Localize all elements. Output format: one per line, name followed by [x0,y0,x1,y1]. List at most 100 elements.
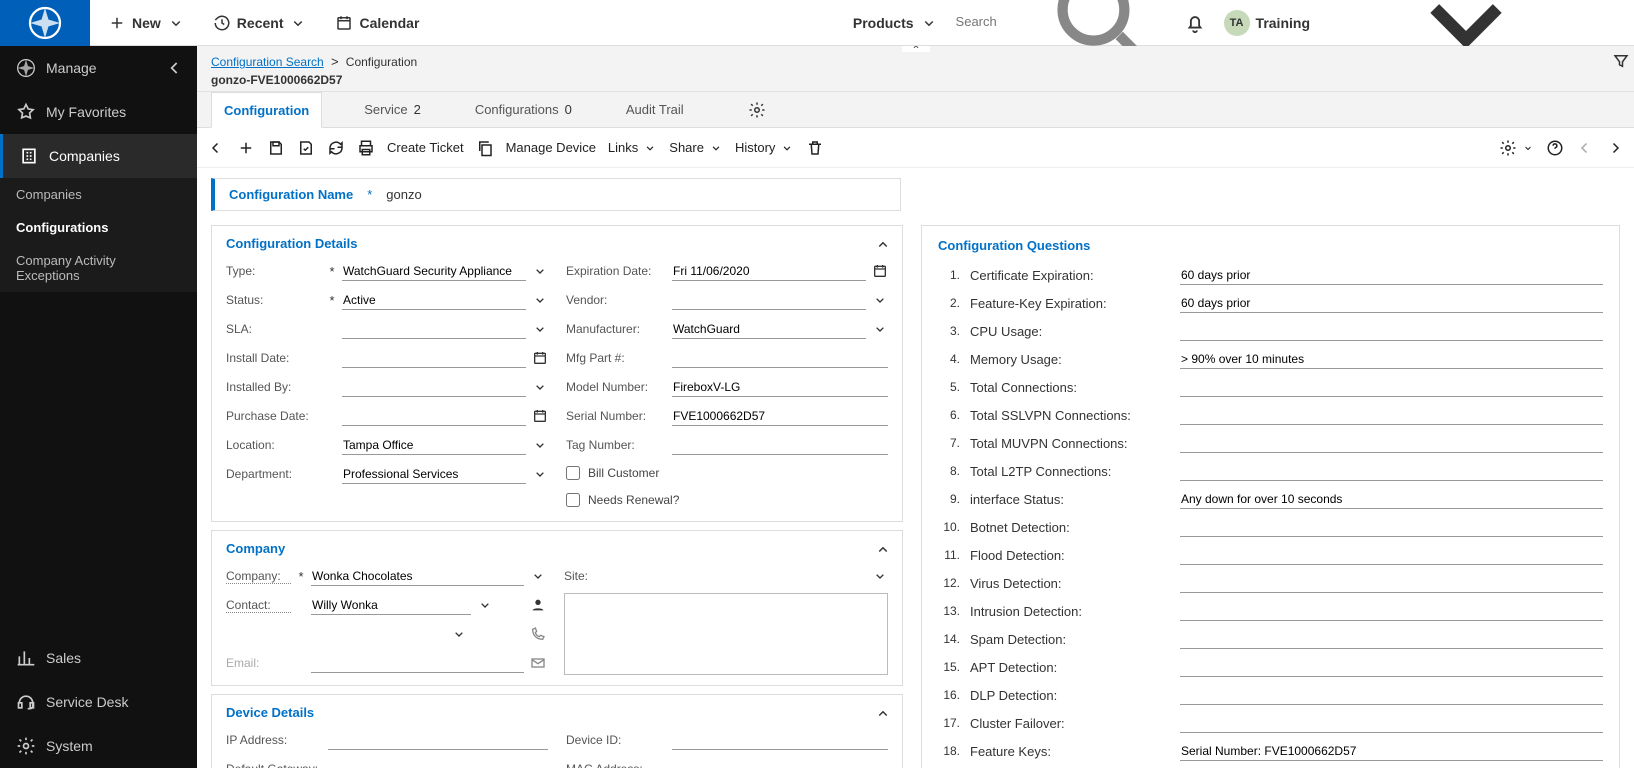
person-icon[interactable] [530,597,546,613]
sla-select[interactable] [342,320,526,339]
question-input[interactable] [1180,518,1603,537]
install-date-input[interactable] [342,349,526,368]
chevron-down-icon[interactable] [872,321,888,337]
links-button[interactable]: Links [608,140,657,155]
question-input[interactable] [1180,714,1603,733]
question-input[interactable] [1180,294,1603,313]
sidebar-system[interactable]: System [0,724,197,768]
chevron-down-icon[interactable] [532,292,548,308]
sidebar-sub-companies[interactable]: Companies [0,178,197,211]
chevron-down-icon[interactable] [872,568,888,584]
model-input[interactable] [672,378,888,397]
recent-button[interactable]: Recent [213,14,308,32]
tag-input[interactable] [672,436,888,455]
type-select[interactable] [342,262,526,281]
department-select[interactable] [342,465,526,484]
tab-service[interactable]: Service2 [352,92,433,128]
device-id-input[interactable] [672,731,888,750]
calendar-icon[interactable] [532,408,548,424]
sidebar-favorites[interactable]: My Favorites [0,90,197,134]
question-input[interactable] [1180,602,1603,621]
chevron-down-icon[interactable] [872,292,888,308]
bill-customer-checkbox[interactable] [566,466,580,480]
sidebar-sub-exceptions[interactable]: Company Activity Exceptions [0,244,197,292]
next-button[interactable] [1606,139,1624,157]
calendar-icon[interactable] [532,350,548,366]
chevron-down-icon[interactable] [477,597,493,613]
help-button[interactable] [1546,139,1564,157]
question-input[interactable] [1180,434,1603,453]
question-input[interactable] [1180,378,1603,397]
sidebar-service-desk[interactable]: Service Desk [0,680,197,724]
filter-icon[interactable] [1612,52,1630,70]
tab-audit-trail[interactable]: Audit Trail [614,92,696,128]
chevron-down-icon[interactable] [530,568,546,584]
chevron-down-icon[interactable] [532,466,548,482]
question-input[interactable] [1180,266,1603,285]
site-address-textarea[interactable] [564,593,888,675]
status-select[interactable] [342,291,526,310]
chevron-down-icon[interactable] [532,379,548,395]
manufacturer-select[interactable] [672,320,866,339]
calendar-button[interactable]: Calendar [335,14,419,32]
question-input[interactable] [1180,546,1603,565]
copy-button[interactable] [476,139,494,157]
calendar-icon[interactable] [872,263,888,279]
sidebar-sales[interactable]: Sales [0,636,197,680]
tab-configurations[interactable]: Configurations0 [463,92,584,128]
manage-device-button[interactable]: Manage Device [506,140,596,155]
contact-select[interactable] [311,596,471,615]
question-input[interactable] [1180,742,1603,761]
serial-input[interactable] [672,407,888,426]
bell-icon[interactable] [1184,12,1206,34]
breadcrumb-link[interactable]: Configuration Search [211,55,324,69]
share-button[interactable]: Share [669,140,723,155]
chevron-down-icon[interactable] [532,437,548,453]
collapse-button[interactable] [874,705,892,726]
mfg-part-input[interactable] [672,349,888,368]
chevron-down-icon[interactable] [451,626,467,642]
question-input[interactable] [1180,406,1603,425]
installedby-select[interactable] [342,378,526,397]
question-input[interactable] [1180,322,1603,341]
purchase-date-input[interactable] [342,407,526,426]
question-input[interactable] [1180,630,1603,649]
sidebar-manage[interactable]: Manage [0,46,197,90]
add-button[interactable] [237,139,255,157]
save-close-button[interactable] [297,139,315,157]
tabs-gear-icon[interactable] [748,101,766,119]
chevron-down-icon[interactable] [532,321,548,337]
collapse-button[interactable] [874,541,892,562]
tab-configuration[interactable]: Configuration [211,92,322,128]
site-select[interactable] [606,567,866,585]
expiration-date-input[interactable] [672,262,866,281]
search-input[interactable] [956,14,1042,29]
collapse-button[interactable] [874,236,892,257]
vendor-select[interactable] [672,291,866,310]
mail-icon[interactable] [530,655,546,671]
settings-button[interactable] [1499,139,1534,157]
question-input[interactable] [1180,658,1603,677]
mac-input[interactable] [672,760,888,768]
question-input[interactable] [1180,350,1603,369]
prev-button[interactable] [1576,139,1594,157]
products-button[interactable]: Products [853,14,938,32]
panel-toggle[interactable] [902,46,930,52]
question-input[interactable] [1180,462,1603,481]
needs-renewal-checkbox[interactable] [566,493,580,507]
refresh-button[interactable] [327,139,345,157]
sidebar-sub-configurations[interactable]: Configurations [0,211,197,244]
back-button[interactable] [207,139,225,157]
delete-button[interactable] [806,139,824,157]
gateway-input[interactable] [328,760,548,768]
chevron-down-icon[interactable] [532,263,548,279]
email-input[interactable] [311,654,524,673]
new-button[interactable]: New [108,14,185,32]
create-ticket-button[interactable]: Create Ticket [387,140,464,155]
sidebar-companies[interactable]: Companies [0,134,197,178]
company-select[interactable] [311,567,524,586]
history-button[interactable]: History [735,140,794,155]
app-logo[interactable] [0,0,90,46]
phone-icon[interactable] [530,626,546,642]
location-select[interactable] [342,436,526,455]
